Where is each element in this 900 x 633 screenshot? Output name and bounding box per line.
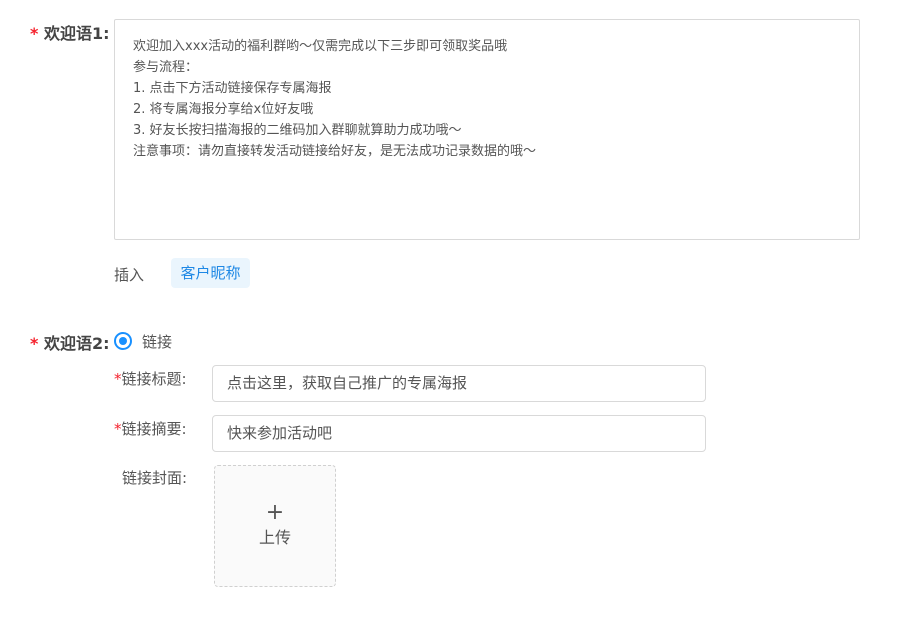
welcome1-label-text: 欢迎语1: <box>43 24 110 43</box>
link-summary-label-text: 链接摘要: <box>121 420 187 438</box>
cover-upload-button[interactable]: + 上传 <box>214 465 336 587</box>
welcome1-textarea[interactable]: 欢迎加入xxx活动的福利群哟～仅需完成以下三步即可领取奖品哦 参与流程： 1. … <box>114 19 860 240</box>
link-summary-label: *链接摘要: <box>114 418 187 439</box>
link-title-label-text: 链接标题: <box>121 370 187 388</box>
welcome2-label-text: 欢迎语2: <box>43 334 110 353</box>
link-summary-input[interactable]: 快来参加活动吧 <box>212 415 706 452</box>
link-title-label: *链接标题: <box>114 368 187 389</box>
link-title-input[interactable]: 点击这里，获取自己推广的专属海报 <box>212 365 706 402</box>
required-mark: * <box>30 24 39 43</box>
link-radio-button[interactable] <box>114 332 132 350</box>
textarea-line: 参与流程： <box>133 60 199 75</box>
welcome1-label: * 欢迎语1: <box>30 20 110 44</box>
link-radio-label[interactable]: 链接 <box>142 331 172 352</box>
textarea-line: 欢迎加入xxx活动的福利群哟～仅需完成以下三步即可领取奖品哦 <box>133 39 508 54</box>
plus-icon: + <box>265 500 285 525</box>
textarea-line: 注意事项：请勿直接转发活动链接给好友，是无法成功记录数据的哦～ <box>133 144 537 159</box>
required-mark: * <box>114 420 122 438</box>
textarea-line: 1. 点击下方活动链接保存专属海报 <box>133 81 332 96</box>
link-cover-label: 链接封面: <box>122 469 188 487</box>
insert-label: 插入 <box>114 266 145 284</box>
required-mark: * <box>114 370 122 388</box>
textarea-line: 2. 将专属海报分享给x位好友哦 <box>133 102 314 117</box>
radio-checked-dot <box>119 337 127 345</box>
upload-label: 上传 <box>258 528 291 547</box>
insert-nickname-button[interactable]: 客户昵称 <box>171 258 250 288</box>
required-mark: * <box>30 334 39 353</box>
textarea-line: 3. 好友长按扫描海报的二维码加入群聊就算助力成功哦～ <box>133 123 462 138</box>
welcome2-label: * 欢迎语2: <box>30 330 110 354</box>
